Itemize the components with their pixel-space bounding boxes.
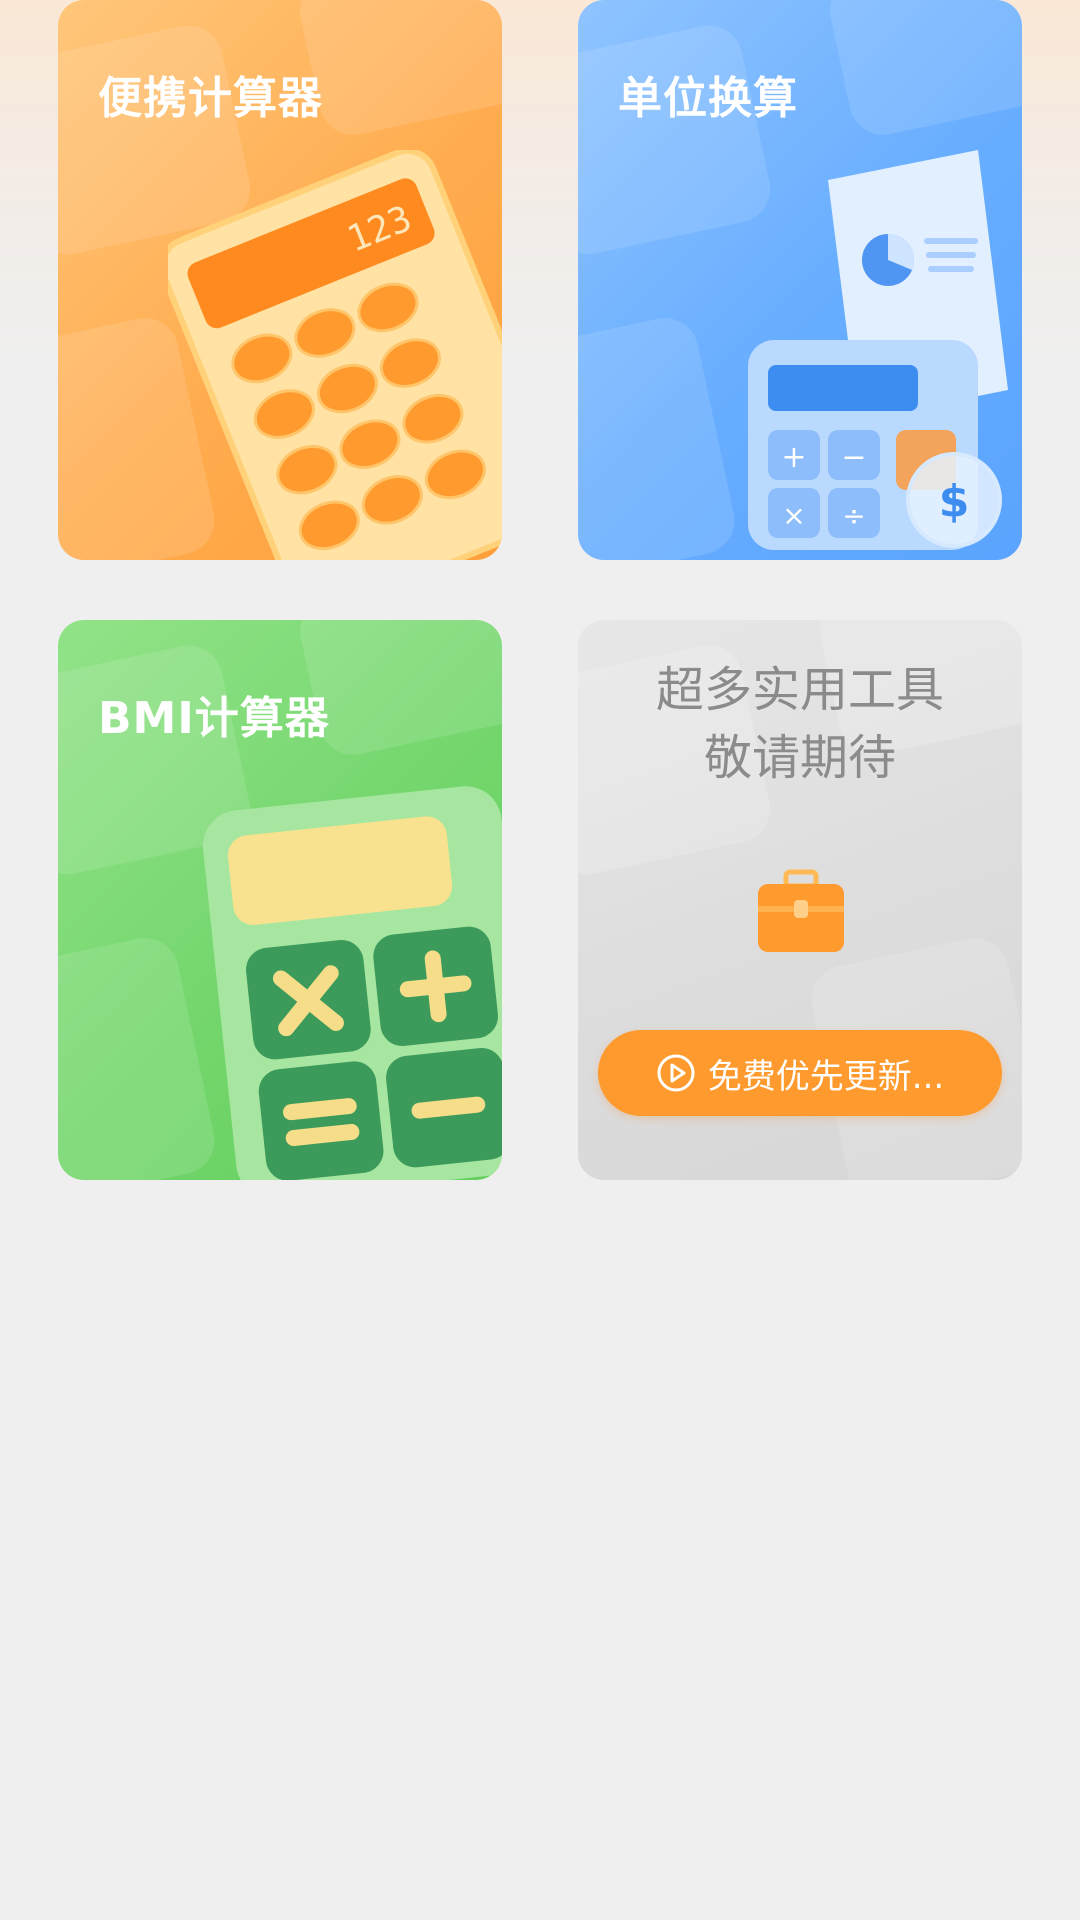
tool-title: 单位换算 [618, 73, 798, 124]
free-update-button[interactable]: 免费优先更新... [598, 1030, 1002, 1116]
tool-card-calculator[interactable]: 便携计算器 123 [58, 0, 502, 560]
more-tools-card: 超多实用工具 敬请期待 免费优先更新... [578, 620, 1022, 1180]
toolbox-icon [758, 869, 844, 952]
coming-soon-line1: 超多实用工具 [655, 662, 944, 718]
card-decoration [823, 0, 1022, 142]
unit-conversion-icon: + − × ÷ $ [748, 150, 1008, 550]
svg-text:÷: ÷ [842, 499, 865, 532]
tool-title: BMI计算器 [98, 693, 330, 744]
free-update-label: 免费优先更新... [707, 1056, 945, 1097]
tool-title: 便携计算器 [98, 73, 323, 124]
card-decoration [578, 311, 741, 560]
coming-soon-line2: 敬请期待 [703, 730, 896, 786]
svg-text:$: $ [939, 476, 970, 527]
tools-page: 便携计算器 123 单位换算 + − × ÷ $ BMI计算器 超多实用工具 敬… [0, 0, 1080, 1920]
play-circle-icon [657, 1054, 695, 1092]
svg-text:×: × [782, 499, 805, 532]
tool-card-unit-conversion[interactable]: 单位换算 + − × ÷ $ [578, 0, 1022, 560]
card-decoration [293, 0, 502, 142]
svg-text:+: + [781, 440, 806, 475]
svg-text:−: − [841, 440, 866, 475]
calculator-icon: 123 [168, 150, 502, 560]
bmi-calculator-icon [202, 786, 502, 1180]
tool-card-bmi[interactable]: BMI计算器 [58, 620, 502, 1180]
